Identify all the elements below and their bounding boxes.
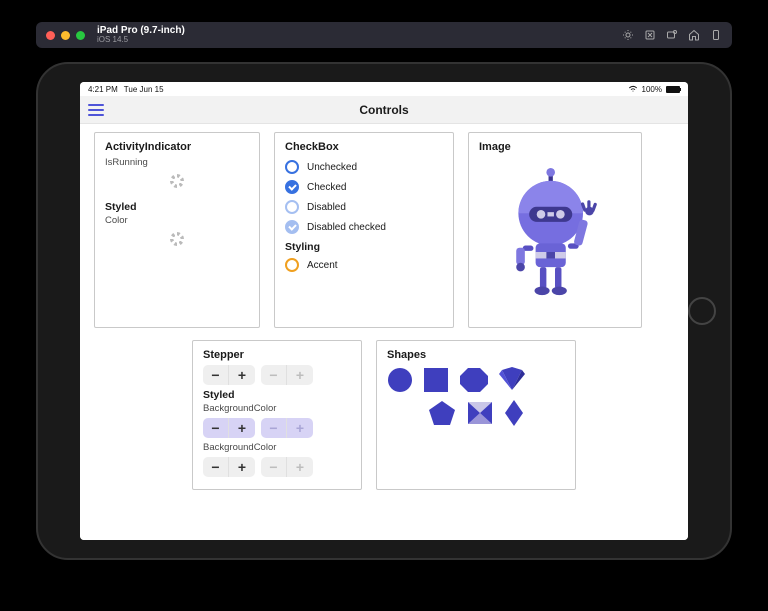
stepper-minus-button[interactable]: − <box>203 418 229 438</box>
home-icon[interactable] <box>688 29 700 41</box>
stepper-minus-button[interactable]: − <box>203 365 229 385</box>
shape-circle <box>387 367 413 393</box>
spinner-default <box>170 174 184 188</box>
card-activityindicator: ActivityIndicator IsRunning Styled Color <box>94 132 260 328</box>
ios-status-bar: 4:21 PM Tue Jun 15 100% <box>80 82 688 96</box>
page-title: Controls <box>80 103 688 117</box>
minimize-window-dot[interactable] <box>61 31 70 40</box>
rotate-icon[interactable] <box>710 29 722 41</box>
stepper-plus-button[interactable]: + <box>229 457 255 477</box>
stepper-default-disabled: − + <box>261 365 313 385</box>
stepper-default2-disabled: − + <box>261 457 313 477</box>
stepper-minus-button: − <box>261 418 287 438</box>
shape-diamond-top <box>499 367 525 393</box>
controls-gallery: ActivityIndicator IsRunning Styled Color… <box>80 124 688 540</box>
checkbox-row-unchecked: Unchecked <box>285 157 443 177</box>
checkbox-label: Disabled <box>307 202 346 213</box>
spinner-styled <box>170 232 184 246</box>
home-button[interactable] <box>688 297 716 325</box>
stepper-minus-button: − <box>261 457 287 477</box>
checkbox-label: Checked <box>307 182 346 193</box>
stepper-default[interactable]: − + <box>203 365 255 385</box>
card-image: Image <box>468 132 642 328</box>
ipad-screen: 4:21 PM Tue Jun 15 100% Controls Activit… <box>80 82 688 540</box>
status-date: Tue Jun 15 <box>124 85 164 94</box>
record-icon[interactable] <box>666 29 678 41</box>
ipad-bezel: 4:21 PM Tue Jun 15 100% Controls Activit… <box>36 62 732 560</box>
appearance-icon[interactable] <box>622 29 634 41</box>
stepper-plus-button: + <box>287 365 313 385</box>
shape-rhombus <box>504 399 524 427</box>
stepper-minus-button: − <box>261 365 287 385</box>
activityindicator-prop-isrunning: IsRunning <box>105 157 249 168</box>
zoom-window-dot[interactable] <box>76 31 85 40</box>
shapes-title: Shapes <box>387 349 565 361</box>
stepper-tinted[interactable]: − + <box>203 418 255 438</box>
activityindicator-styled-label: Styled <box>105 201 249 213</box>
shape-pentagon <box>428 400 456 426</box>
checkbox-label: Disabled checked <box>307 222 386 233</box>
checkbox-label: Accent <box>307 260 338 271</box>
screenshot-icon[interactable] <box>644 29 656 41</box>
stepper-minus-button[interactable]: − <box>203 457 229 477</box>
checkbox-styling-label: Styling <box>285 241 443 253</box>
checkbox-unchecked[interactable] <box>285 160 299 174</box>
wifi-icon <box>628 85 638 93</box>
stepper-plus-button: + <box>287 418 313 438</box>
checkbox-row-accent: Accent <box>285 255 443 275</box>
simulator-os-label: iOS 14.5 <box>97 36 185 44</box>
activityindicator-prop-color: Color <box>105 215 249 226</box>
simulator-window-bar: iPad Pro (9.7-inch) iOS 14.5 <box>36 22 732 48</box>
window-traffic-lights[interactable] <box>46 31 85 40</box>
checkbox-row-checked: Checked <box>285 177 443 197</box>
checkbox-title: CheckBox <box>285 141 443 153</box>
checkbox-accent[interactable] <box>285 258 299 272</box>
stepper-plus-button[interactable]: + <box>229 418 255 438</box>
stepper-plus-button[interactable]: + <box>229 365 255 385</box>
checkbox-disabled <box>285 200 299 214</box>
stepper-tinted-disabled: − + <box>261 418 313 438</box>
shape-hourglass <box>466 400 494 426</box>
shape-square <box>423 367 449 393</box>
close-window-dot[interactable] <box>46 31 55 40</box>
card-shapes: Shapes <box>376 340 576 490</box>
image-title: Image <box>479 141 631 153</box>
stepper-default2[interactable]: − + <box>203 457 255 477</box>
stepper-styled-label: Styled <box>203 389 351 401</box>
stepper-prop-bg1: BackgroundColor <box>203 403 351 414</box>
card-stepper: Stepper − + − + Styled BackgroundColor <box>192 340 362 490</box>
battery-icon <box>666 86 680 93</box>
shape-octagon <box>459 367 489 393</box>
checkbox-row-disabled: Disabled <box>285 197 443 217</box>
activityindicator-title: ActivityIndicator <box>105 141 249 153</box>
status-time: 4:21 PM <box>88 85 118 94</box>
checkbox-checked[interactable] <box>285 180 299 194</box>
simulator-toolbar <box>622 29 722 41</box>
checkbox-disabled-checked <box>285 220 299 234</box>
stepper-title: Stepper <box>203 349 351 361</box>
robot-image <box>479 157 631 319</box>
stepper-plus-button: + <box>287 457 313 477</box>
checkbox-label: Unchecked <box>307 162 357 173</box>
card-checkbox: CheckBox Unchecked Checked Disabled <box>274 132 454 328</box>
checkbox-row-disabled-checked: Disabled checked <box>285 217 443 237</box>
nav-bar: Controls <box>80 96 688 124</box>
stepper-prop-bg2: BackgroundColor <box>203 442 351 453</box>
status-battery-text: 100% <box>642 85 662 94</box>
